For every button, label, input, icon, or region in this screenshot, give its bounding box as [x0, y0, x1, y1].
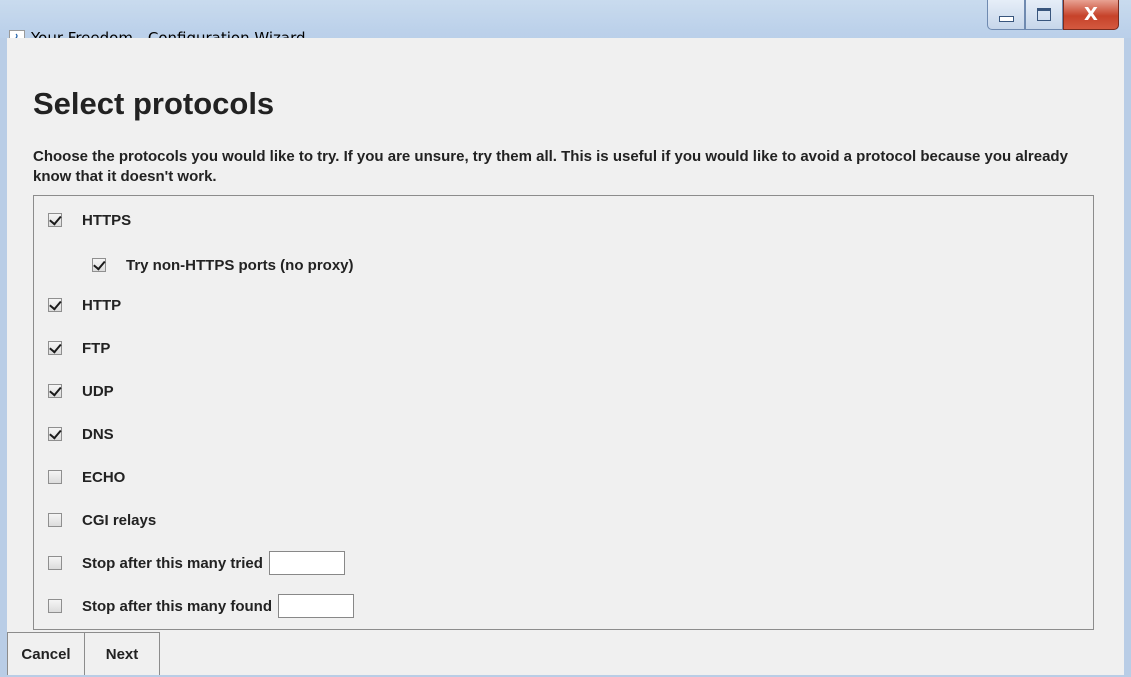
option-label: Stop after this many tried	[82, 554, 263, 572]
checkbox[interactable]	[48, 298, 62, 312]
option-label: UDP	[82, 382, 114, 400]
page-description: Choose the protocols you would like to t…	[33, 148, 1068, 185]
option-label: ECHO	[82, 468, 126, 486]
minimize-button[interactable]	[987, 0, 1025, 30]
option-echo[interactable]: ECHO	[48, 466, 125, 488]
option-label: DNS	[82, 425, 114, 443]
checkbox[interactable]	[48, 513, 62, 527]
close-icon: X	[1084, 4, 1098, 25]
option-stop-after-tried[interactable]: Stop after this many tried	[48, 551, 345, 575]
window-controls: X	[987, 0, 1119, 30]
checkbox[interactable]	[48, 341, 62, 355]
checkbox[interactable]	[48, 427, 62, 441]
checkbox[interactable]	[92, 258, 106, 272]
maximize-button[interactable]	[1025, 0, 1063, 30]
checkbox[interactable]	[48, 556, 62, 570]
checkbox[interactable]	[48, 213, 62, 227]
tried-count-input[interactable]	[268, 551, 345, 575]
checkbox[interactable]	[48, 384, 62, 398]
protocol-options-panel: HTTPS Try non-HTTPS ports (no proxy) HTT…	[33, 195, 1094, 630]
option-label: CGI relays	[82, 511, 157, 529]
option-stop-after-found[interactable]: Stop after this many found	[48, 594, 355, 618]
wizard-footer: Cancel Next	[7, 632, 160, 677]
checkbox[interactable]	[48, 470, 62, 484]
option-http[interactable]: HTTP	[48, 294, 121, 316]
next-button[interactable]: Next	[85, 632, 160, 677]
option-label: FTP	[82, 339, 111, 357]
option-try-non-https-ports[interactable]: Try non-HTTPS ports (no proxy)	[92, 254, 354, 276]
minimize-icon	[998, 16, 1014, 22]
option-label: HTTPS	[82, 211, 132, 229]
option-https[interactable]: HTTPS	[48, 209, 131, 231]
option-cgi-relays[interactable]: CGI relays	[48, 509, 156, 531]
cancel-button[interactable]: Cancel	[7, 632, 85, 677]
page-title: Select protocols	[33, 86, 275, 121]
option-label: Stop after this many found	[82, 597, 273, 615]
close-button[interactable]: X	[1063, 0, 1119, 30]
option-dns[interactable]: DNS	[48, 423, 114, 445]
option-ftp[interactable]: FTP	[48, 337, 110, 359]
found-count-input[interactable]	[278, 594, 355, 618]
maximize-icon	[1037, 8, 1051, 21]
option-label: HTTP	[82, 296, 122, 314]
checkbox[interactable]	[48, 599, 62, 613]
option-label: Try non-HTTPS ports (no proxy)	[126, 256, 354, 274]
option-udp[interactable]: UDP	[48, 380, 114, 402]
